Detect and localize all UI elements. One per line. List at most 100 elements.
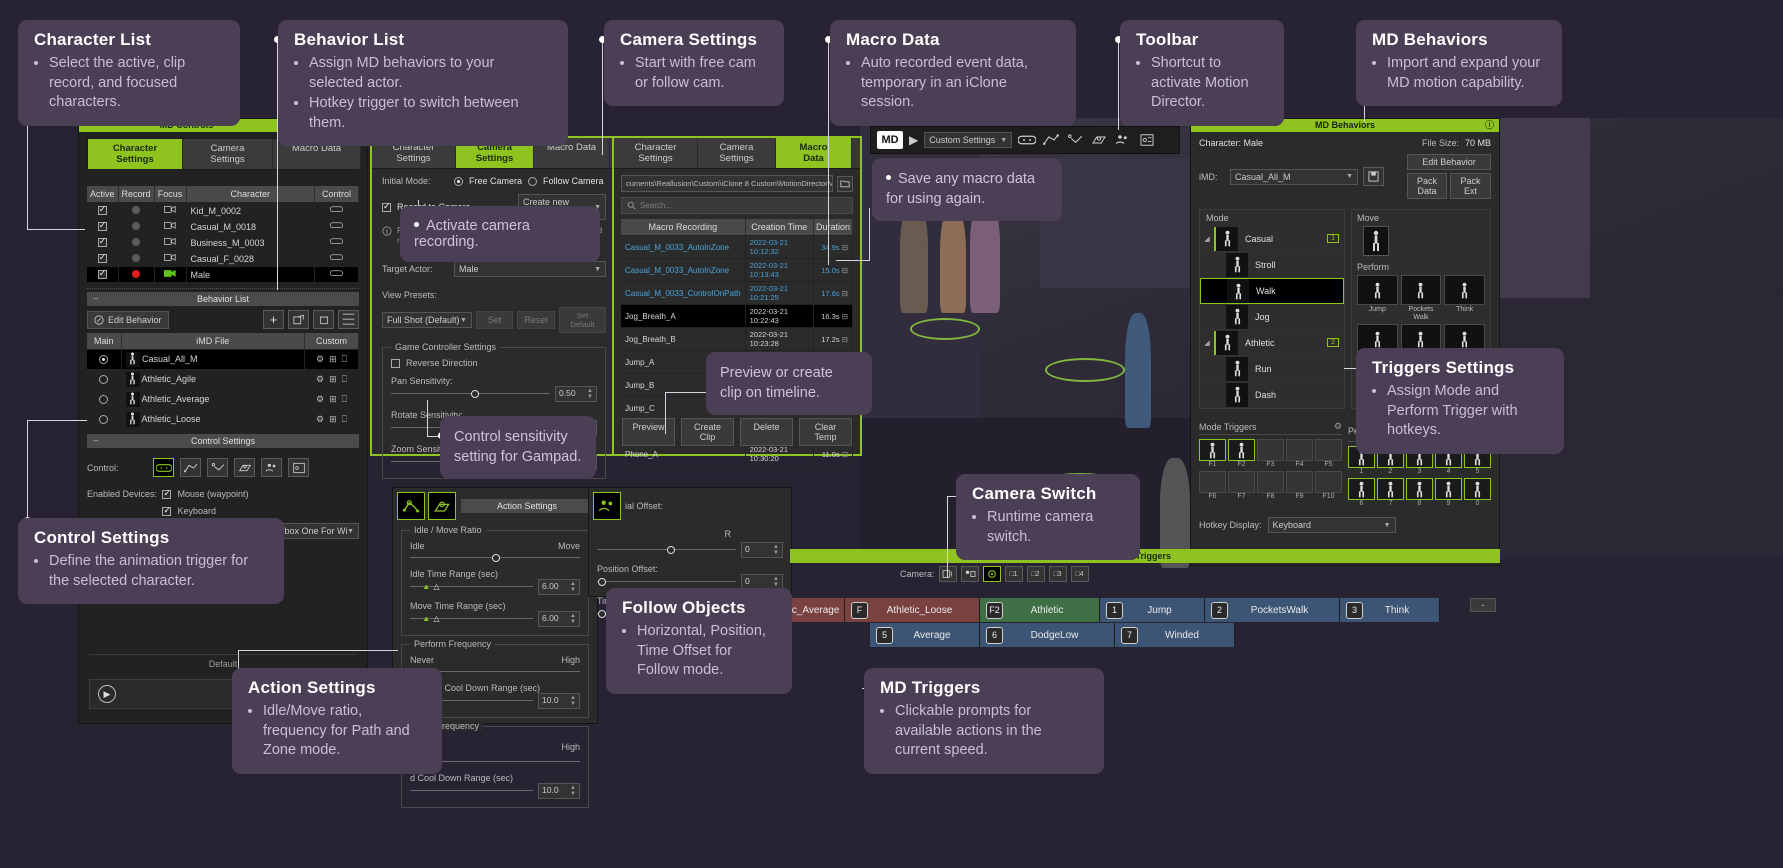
macro-preview-button[interactable]: Preview: [622, 418, 675, 446]
perform-cool-value[interactable]: 10.0 ▲ ▼: [538, 693, 580, 709]
trigger-chip[interactable]: 6 DodgeLow: [980, 623, 1115, 647]
table-row[interactable]: Casual_M_0033_AutoInZone 2022-03-21 10:13…: [621, 258, 854, 282]
table-row[interactable]: Casual_M_0033_AutoInZone 2022-03-21 10:12…: [621, 235, 854, 259]
table-row[interactable]: Athletic_Agile ⚙ ⊞ ⎕: [87, 369, 359, 390]
macro-search-field[interactable]: Search...: [621, 197, 853, 214]
tab-camera-settings-3[interactable]: Camera Settings: [698, 138, 776, 168]
trigger-slot[interactable]: [1464, 478, 1491, 500]
zone-icon[interactable]: [1090, 133, 1108, 147]
custom-actions[interactable]: ⚙ ⊞ ⎕: [304, 369, 359, 390]
expand-icon[interactable]: ◢: [1200, 235, 1214, 243]
hotkey-display-dropdown[interactable]: Keyboard ▼: [1267, 517, 1396, 533]
gamepad-icon[interactable]: [153, 458, 174, 477]
record-to-camera-checkbox[interactable]: [382, 201, 391, 212]
settings-preset-dropdown[interactable]: Custom Settings ▼: [924, 132, 1013, 148]
mode-triggers-options-icon[interactable]: ⚙: [1334, 421, 1342, 432]
cam-4-icon[interactable]: □4: [1070, 566, 1089, 582]
control-settings-header[interactable]: – Control Settings: [87, 434, 359, 448]
help-icon[interactable]: ⓘ: [1485, 119, 1494, 132]
trigger-slot[interactable]: [1257, 439, 1284, 461]
expand-icon[interactable]: ◢: [1200, 339, 1214, 347]
active-checkbox[interactable]: [87, 234, 119, 251]
table-row[interactable]: Jog_Breath_B 2022-03-21 10:23:28 17.2s ⊟: [621, 327, 854, 351]
trigger-slot[interactable]: [1315, 471, 1342, 493]
mode-tree-item[interactable]: Stroll: [1200, 252, 1344, 278]
control-icon[interactable]: [314, 266, 359, 283]
active-checkbox[interactable]: [87, 202, 119, 219]
record-toggle[interactable]: [118, 202, 155, 219]
focus-toggle[interactable]: [154, 250, 187, 267]
device-checkbox[interactable]: [162, 505, 172, 516]
sensitivity-value[interactable]: 0.50▲▼: [555, 386, 597, 403]
reverse-direction-checkbox[interactable]: [391, 358, 400, 368]
trigger-slot[interactable]: [1435, 478, 1462, 500]
focus-toggle[interactable]: [154, 218, 187, 235]
path-icon[interactable]: [1042, 133, 1060, 147]
main-radio[interactable]: [87, 409, 122, 430]
control-icon[interactable]: [314, 202, 359, 219]
gamepad-icon[interactable]: [1018, 133, 1037, 147]
trigger-chip[interactable]: 2 PocketsWalk: [1205, 598, 1340, 622]
idle-time-value[interactable]: 6.00 ▲ ▼: [538, 579, 580, 595]
prompt-icon[interactable]: [288, 458, 309, 477]
trigger-slot[interactable]: [1377, 478, 1404, 500]
mode-tree-item[interactable]: Run: [1200, 356, 1344, 382]
trigger-chip[interactable]: 7 Winded: [1115, 623, 1235, 647]
device-row[interactable]: Mouse (waypoint): [162, 488, 359, 499]
camera-switch-row[interactable]: Camera: □1 □2 □3 □4: [900, 566, 1089, 582]
sensitivity-slider[interactable]: [391, 389, 550, 399]
device-checkbox[interactable]: [162, 488, 172, 499]
horizontal-offset-slider[interactable]: [597, 545, 736, 555]
md-triggers-bar[interactable]: MD Triggers: [790, 549, 1500, 563]
trigger-slot[interactable]: [1286, 439, 1313, 461]
custom-actions[interactable]: ⚙ ⊞ ⎕: [304, 409, 359, 430]
save-imd-icon[interactable]: [1363, 167, 1384, 186]
cam-2-icon[interactable]: □2: [1026, 566, 1045, 582]
behavior-list-header[interactable]: – Behavior List: [87, 292, 359, 306]
second-cool-slider[interactable]: [410, 786, 533, 796]
more-behavior-button[interactable]: ☰: [338, 310, 359, 329]
trigger-chip[interactable]: 1 Jump: [1100, 598, 1205, 622]
md-behaviors-panel[interactable]: MD Behaviors ⓘ Character: Male File Size…: [1190, 118, 1500, 566]
preset-setdefault-button[interactable]: Set Default: [558, 307, 606, 334]
free-camera-radio[interactable]: [454, 176, 463, 186]
macro-clear-temp-button[interactable]: Clear Temp: [799, 418, 852, 446]
tab-macro-data-3[interactable]: Macro Data: [776, 138, 852, 168]
waypoint-icon[interactable]: [1066, 133, 1084, 147]
imd-dropdown[interactable]: Casual_All_M ▼: [1230, 168, 1358, 185]
prompt-icon[interactable]: [1138, 133, 1156, 147]
mode-tree-item[interactable]: ◢ Casual 1: [1200, 226, 1344, 252]
edit-behavior-button[interactable]: Edit Behavior: [87, 310, 169, 329]
tab-camera-settings[interactable]: Camera Settings: [183, 139, 273, 169]
preset-set-button[interactable]: Set: [475, 311, 514, 330]
pack-data-button[interactable]: Pack Data: [1407, 173, 1447, 199]
free-cam-icon[interactable]: [982, 566, 1001, 582]
active-checkbox[interactable]: [87, 218, 119, 235]
focus-toggle[interactable]: [154, 234, 187, 251]
cam-1-icon[interactable]: □1: [1004, 566, 1023, 582]
record-toggle[interactable]: [118, 266, 155, 283]
table-row[interactable]: Jog_Breath_A 2022-03-21 10:22:43 16.3s ⊟: [621, 304, 854, 328]
trigger-slot[interactable]: [1257, 471, 1284, 493]
follow-icon[interactable]: [261, 458, 282, 477]
macro-buttons-row[interactable]: Preview Create Clip Delete Clear Temp: [622, 418, 852, 446]
move-time-slider[interactable]: ▲ △: [410, 614, 533, 624]
zone-icon[interactable]: [234, 458, 255, 477]
trigger-slot[interactable]: [1286, 471, 1313, 493]
path-mode-icon[interactable]: [397, 492, 425, 520]
focus-toggle[interactable]: [154, 202, 187, 219]
view-preset-dropdown[interactable]: Full Shot (Default) ▼: [382, 312, 472, 329]
tab-character-settings-3[interactable]: Character Settings: [614, 138, 698, 168]
idle-move-slider[interactable]: [410, 553, 580, 563]
trigger-slot[interactable]: [1406, 478, 1433, 500]
control-icon[interactable]: [314, 218, 359, 235]
preset-reset-button[interactable]: Reset: [517, 311, 555, 330]
table-row[interactable]: Casual_F_0028: [87, 250, 359, 267]
md-power-icon[interactable]: ▶: [909, 133, 918, 147]
record-toggle[interactable]: [118, 234, 155, 251]
device-row[interactable]: Keyboard: [162, 505, 359, 516]
add-behavior-button[interactable]: +: [263, 310, 284, 329]
trigger-chip[interactable]: F2 Athletic: [980, 598, 1100, 622]
mode-tree-item[interactable]: Walk: [1200, 278, 1344, 304]
custom-actions[interactable]: ⚙ ⊞ ⎕: [304, 349, 359, 370]
